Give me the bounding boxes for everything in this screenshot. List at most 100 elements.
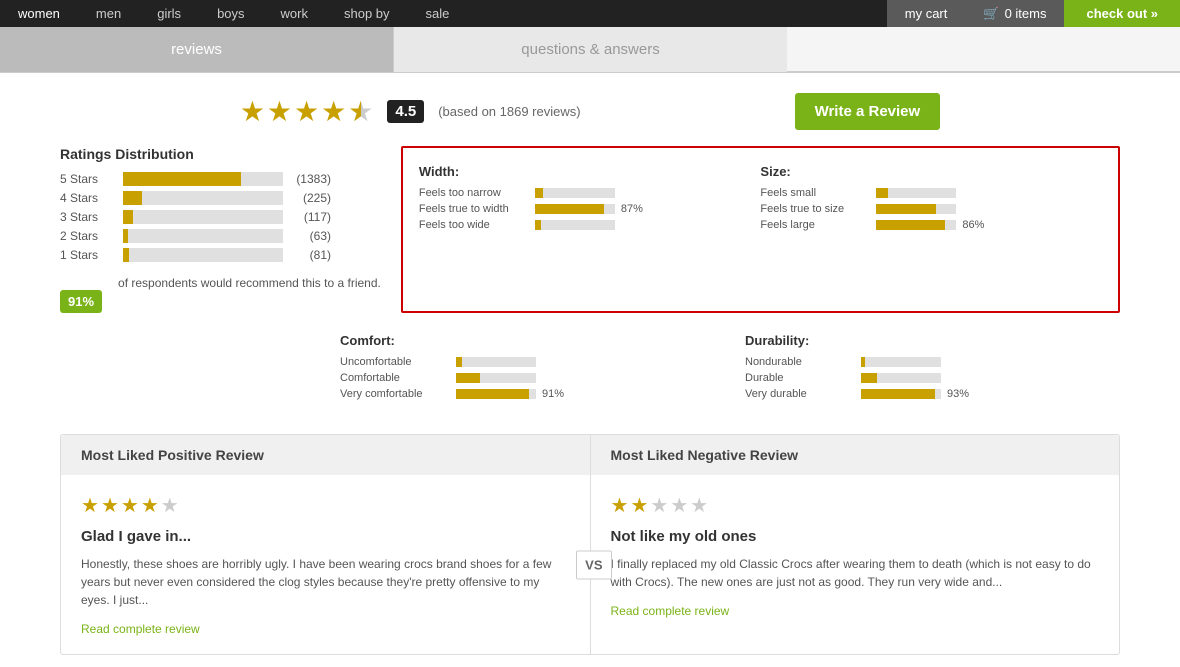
bar-label-4: 4 Stars bbox=[60, 191, 115, 205]
bar-fill-5 bbox=[123, 172, 241, 186]
bar-fill-4 bbox=[123, 191, 142, 205]
comfort-very-track bbox=[456, 389, 536, 399]
comfort-comfortable-track bbox=[456, 373, 536, 383]
neg-star-5: ★ bbox=[690, 493, 708, 518]
star-4: ★ bbox=[321, 95, 346, 128]
recommend-badge: 91% bbox=[60, 290, 102, 313]
width-narrow-track bbox=[535, 188, 615, 198]
tab-reviews[interactable]: reviews bbox=[0, 27, 394, 72]
cart-label: my cart bbox=[905, 6, 948, 21]
star-3: ★ bbox=[294, 95, 319, 128]
bar-row-5stars: 5 Stars (1383) bbox=[60, 172, 381, 186]
negative-review-header: Most Liked Negative Review bbox=[591, 435, 1120, 475]
neg-star-4: ★ bbox=[670, 493, 688, 518]
width-wide-track bbox=[535, 220, 615, 230]
bar-track-5 bbox=[123, 172, 283, 186]
metrics-highlighted-box: Width: Feels too narrow Feels true to wi… bbox=[401, 146, 1120, 313]
negative-review-stars: ★ ★ ★ ★ ★ bbox=[611, 493, 1100, 518]
size-large-track bbox=[876, 220, 956, 230]
neg-star-2: ★ bbox=[630, 493, 648, 518]
bar-label-3: 3 Stars bbox=[60, 210, 115, 224]
size-row-large: Feels large 86% bbox=[760, 219, 1092, 231]
negative-review-pane: ★ ★ ★ ★ ★ Not like my old ones I finally… bbox=[591, 475, 1120, 654]
size-row-true: Feels true to size bbox=[760, 203, 1092, 215]
bar-track-1 bbox=[123, 248, 283, 262]
bar-row-3stars: 3 Stars (117) bbox=[60, 210, 381, 224]
tab-questions-answers[interactable]: questions & answers bbox=[394, 27, 787, 72]
width-row-wide: Feels too wide bbox=[419, 219, 751, 231]
rating-count: (based on 1869 reviews) bbox=[438, 104, 580, 119]
bar-track-4 bbox=[123, 191, 283, 205]
ratings-distribution: Ratings Distribution 5 Stars (1383) 4 St… bbox=[60, 146, 381, 313]
durability-row-non: Nondurable bbox=[745, 356, 1120, 368]
bar-count-1: (81) bbox=[291, 248, 331, 262]
comfort-row-very: Very comfortable 91% bbox=[340, 388, 715, 400]
star-2: ★ bbox=[267, 95, 292, 128]
durability-durable-label: Durable bbox=[745, 372, 855, 384]
bar-fill-2 bbox=[123, 229, 128, 243]
pos-star-1: ★ bbox=[81, 493, 99, 518]
durability-title: Durability: bbox=[745, 333, 1120, 348]
width-true-pct: 87% bbox=[621, 203, 653, 215]
bar-fill-3 bbox=[123, 210, 133, 224]
nav-work[interactable]: work bbox=[263, 0, 326, 27]
pos-star-5: ★ bbox=[161, 493, 179, 518]
ratings-dist-title: Ratings Distribution bbox=[60, 146, 381, 162]
durability-section: Durability: Nondurable Durable Very dura… bbox=[745, 333, 1120, 404]
bar-track-3 bbox=[123, 210, 283, 224]
durability-very-pct: 93% bbox=[947, 388, 979, 400]
nav-girls[interactable]: girls bbox=[139, 0, 199, 27]
durability-row-very: Very durable 93% bbox=[745, 388, 1120, 400]
pos-star-3: ★ bbox=[121, 493, 139, 518]
size-section: Size: Feels small Feels true to size Fee… bbox=[760, 164, 1102, 245]
bar-count-3: (117) bbox=[291, 210, 331, 224]
nav-links: women men girls boys work shop by sale bbox=[0, 0, 887, 27]
size-large-label: Feels large bbox=[760, 219, 870, 231]
my-cart-link[interactable]: my cart bbox=[887, 0, 966, 27]
nav-boys[interactable]: boys bbox=[199, 0, 262, 27]
neg-star-1: ★ bbox=[611, 493, 629, 518]
width-row-true: Feels true to width 87% bbox=[419, 203, 751, 215]
overall-stars: ★ ★ ★ ★ ★ ★ ★ bbox=[240, 95, 374, 128]
recommend-text: of respondents would recommend this to a… bbox=[118, 276, 381, 290]
comfort-uncomfortable-track bbox=[456, 357, 536, 367]
negative-read-more-link[interactable]: Read complete review bbox=[611, 604, 730, 618]
bar-row-2stars: 2 Stars (63) bbox=[60, 229, 381, 243]
bar-row-4stars: 4 Stars (225) bbox=[60, 191, 381, 205]
cart-icon: 🛒 bbox=[983, 6, 999, 22]
neg-star-3: ★ bbox=[650, 493, 668, 518]
size-large-pct: 86% bbox=[962, 219, 994, 231]
size-row-small: Feels small bbox=[760, 187, 1092, 199]
comfort-uncomfortable-label: Uncomfortable bbox=[340, 356, 450, 368]
comfort-section: Comfort: Uncomfortable Comfortable Very … bbox=[340, 333, 745, 404]
nav-men[interactable]: men bbox=[78, 0, 139, 27]
bar-label-2: 2 Stars bbox=[60, 229, 115, 243]
positive-read-more-link[interactable]: Read complete review bbox=[81, 622, 200, 636]
pos-star-2: ★ bbox=[101, 493, 119, 518]
nav-sale[interactable]: sale bbox=[408, 0, 468, 27]
comfort-very-pct: 91% bbox=[542, 388, 574, 400]
comfort-comfortable-label: Comfortable bbox=[340, 372, 450, 384]
durability-non-label: Nondurable bbox=[745, 356, 855, 368]
bar-row-1star: 1 Stars (81) bbox=[60, 248, 381, 262]
checkout-button[interactable]: check out » bbox=[1064, 0, 1180, 27]
rating-summary: ★ ★ ★ ★ ★ ★ ★ 4.5 (based on 1869 reviews… bbox=[0, 93, 1180, 130]
nav-women[interactable]: women bbox=[0, 0, 78, 27]
comfort-very-label: Very comfortable bbox=[340, 388, 450, 400]
write-review-button[interactable]: Write a Review bbox=[795, 93, 941, 130]
bar-track-2 bbox=[123, 229, 283, 243]
negative-review-title: Not like my old ones bbox=[611, 528, 1100, 545]
pos-star-4: ★ bbox=[141, 493, 159, 518]
size-small-label: Feels small bbox=[760, 187, 870, 199]
reviews-body: ★ ★ ★ ★ ★ Glad I gave in... Honestly, th… bbox=[61, 475, 1119, 654]
width-true-track bbox=[535, 204, 615, 214]
star-5-half: ★ ★ ★ bbox=[348, 95, 373, 128]
bar-count-4: (225) bbox=[291, 191, 331, 205]
width-row-narrow: Feels too narrow bbox=[419, 187, 751, 199]
top-navigation: women men girls boys work shop by sale m… bbox=[0, 0, 1180, 27]
comfort-row-uncomfortable: Uncomfortable bbox=[340, 356, 715, 368]
positive-review-pane: ★ ★ ★ ★ ★ Glad I gave in... Honestly, th… bbox=[61, 475, 591, 654]
durability-very-label: Very durable bbox=[745, 388, 855, 400]
nav-shop-by[interactable]: shop by bbox=[326, 0, 408, 27]
width-true-label: Feels true to width bbox=[419, 203, 529, 215]
